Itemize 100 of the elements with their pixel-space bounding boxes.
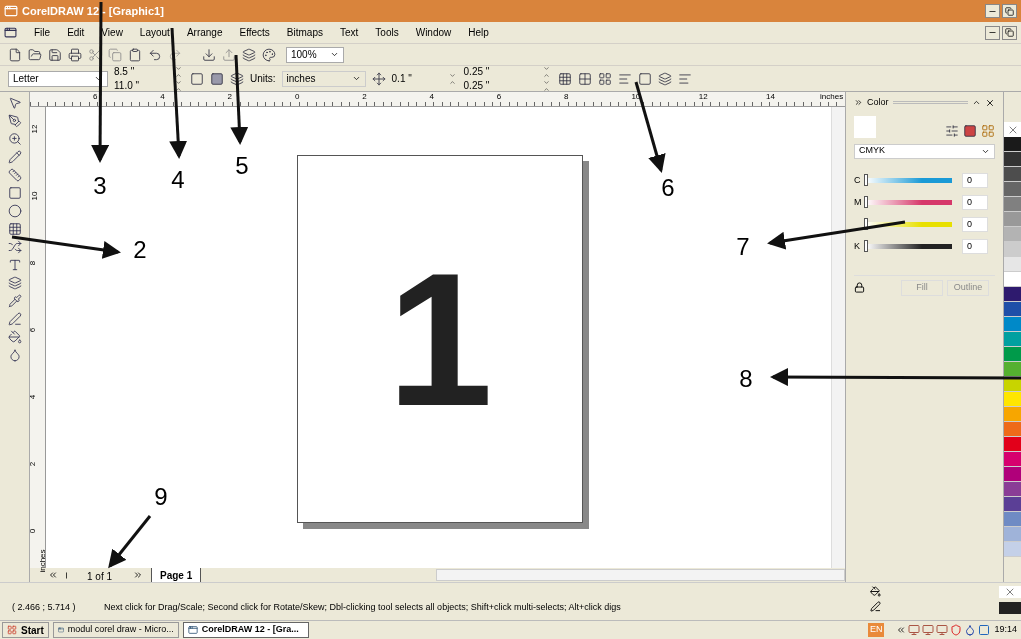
- options-icon[interactable]: [677, 71, 692, 86]
- zoom-dropdown[interactable]: 100%: [286, 46, 344, 63]
- color-swatch[interactable]: [1004, 197, 1021, 212]
- layers-icon[interactable]: [7, 276, 22, 290]
- pen-icon[interactable]: [7, 312, 22, 326]
- network-icon[interactable]: [908, 624, 921, 636]
- tray-icon[interactable]: [978, 624, 991, 636]
- text-icon[interactable]: [7, 258, 22, 272]
- menu-item[interactable]: Window: [415, 25, 452, 40]
- color-swatch[interactable]: [1004, 452, 1021, 467]
- color-swatch[interactable]: [1004, 467, 1021, 482]
- network-icon[interactable]: [922, 624, 935, 636]
- channel-value[interactable]: 0: [962, 239, 988, 254]
- menu-item[interactable]: View: [101, 25, 123, 40]
- channel-value[interactable]: 0: [962, 217, 988, 232]
- menu-item[interactable]: Help: [468, 25, 489, 40]
- color-viewer-icon[interactable]: [963, 123, 977, 138]
- color-swatch[interactable]: [1004, 482, 1021, 497]
- select-icon[interactable]: [637, 71, 652, 86]
- height-field[interactable]: 11.0 ": [114, 78, 184, 93]
- show-hidden-icon[interactable]: [896, 625, 907, 635]
- nudge-icon[interactable]: [371, 71, 386, 86]
- menu-item[interactable]: Arrange: [186, 25, 223, 40]
- palette-icon[interactable]: [981, 123, 995, 138]
- undo-icon[interactable]: [148, 47, 162, 62]
- import-icon[interactable]: [202, 47, 216, 62]
- color-swatch[interactable]: [1004, 182, 1021, 197]
- units-dropdown[interactable]: inches: [281, 70, 366, 87]
- menu-item[interactable]: File: [34, 25, 51, 40]
- menu-item[interactable]: Edit: [67, 25, 85, 40]
- ellipse-icon[interactable]: [7, 204, 22, 218]
- zoom-icon[interactable]: [7, 132, 22, 146]
- menu-item[interactable]: Tools: [375, 25, 399, 40]
- pointer-icon[interactable]: [7, 96, 22, 110]
- fill-icon[interactable]: [7, 330, 22, 344]
- open-icon[interactable]: [28, 47, 42, 62]
- color-model-dropdown[interactable]: CMYK: [854, 143, 995, 159]
- color-swatch[interactable]: [1004, 392, 1021, 407]
- objects-icon[interactable]: [597, 71, 612, 86]
- channel-value[interactable]: 0: [962, 173, 988, 188]
- rectangle-icon[interactable]: [7, 186, 22, 200]
- color-swatch[interactable]: [1004, 257, 1021, 272]
- droplet-icon[interactable]: [7, 348, 22, 362]
- color-swatch[interactable]: [1004, 287, 1021, 302]
- taskbar-button[interactable]: CorelDRAW 12 - [Gra...: [182, 622, 309, 638]
- color-swatch[interactable]: [1004, 497, 1021, 512]
- no-color-swatch[interactable]: [1004, 122, 1021, 137]
- save-icon[interactable]: [48, 47, 62, 62]
- color-swatch[interactable]: [1004, 227, 1021, 242]
- color-swatch[interactable]: [1004, 332, 1021, 347]
- slider-thumb[interactable]: [864, 174, 868, 186]
- ruler-icon[interactable]: [7, 168, 22, 182]
- frame-icon[interactable]: [657, 71, 672, 86]
- paste-icon[interactable]: [128, 47, 142, 62]
- channel-value[interactable]: 0: [962, 195, 988, 210]
- close-icon[interactable]: [985, 97, 995, 108]
- width-field[interactable]: 8.5 ": [114, 64, 184, 79]
- color-swatch[interactable]: [1004, 542, 1021, 557]
- horizontal-scrollbar[interactable]: [436, 569, 845, 581]
- color-swatch[interactable]: [1004, 437, 1021, 452]
- network-icon[interactable]: [936, 624, 949, 636]
- menu-item[interactable]: Bitmaps: [286, 25, 323, 40]
- first-page-icon[interactable]: [48, 570, 58, 580]
- eyedropper-icon[interactable]: [7, 294, 22, 308]
- minimize-button[interactable]: [985, 25, 1000, 40]
- color-swatch[interactable]: [1004, 317, 1021, 332]
- guides-icon[interactable]: [577, 71, 592, 86]
- document-icon[interactable]: [4, 26, 17, 39]
- shield-icon[interactable]: [950, 624, 963, 636]
- color-swatch[interactable]: [1004, 527, 1021, 542]
- shuffle-icon[interactable]: [7, 240, 22, 254]
- slider-thumb[interactable]: [864, 240, 868, 252]
- sliders-icon[interactable]: [945, 123, 959, 138]
- duplicate-x-field[interactable]: 0.25 ": [463, 64, 552, 79]
- color-swatch[interactable]: [1004, 302, 1021, 317]
- menu-item[interactable]: Text: [340, 25, 359, 40]
- restore-button[interactable]: [1002, 25, 1017, 40]
- color-swatch[interactable]: [1004, 407, 1021, 422]
- portrait-icon[interactable]: [190, 71, 204, 86]
- landscape-icon[interactable]: [210, 71, 224, 86]
- start-button[interactable]: Start: [2, 622, 49, 638]
- pencil-icon[interactable]: [7, 150, 22, 164]
- color-swatch[interactable]: [1004, 212, 1021, 227]
- grid-icon[interactable]: [7, 222, 22, 236]
- paper-dropdown[interactable]: Letter: [8, 70, 108, 87]
- minimize-button[interactable]: [985, 4, 1000, 18]
- color-swatch[interactable]: [1004, 347, 1021, 362]
- color-swatch[interactable]: [1004, 152, 1021, 167]
- grid-snap-icon[interactable]: [557, 71, 572, 86]
- launcher-icon[interactable]: [242, 47, 256, 62]
- new-icon[interactable]: [8, 47, 22, 62]
- nudge-field[interactable]: 0.1 ": [391, 70, 458, 87]
- color-swatch[interactable]: [1004, 242, 1021, 257]
- color-swatch[interactable]: [1004, 167, 1021, 182]
- vertical-scrollbar[interactable]: [831, 107, 845, 568]
- pages-icon[interactable]: [230, 71, 244, 86]
- color-swatch[interactable]: [1004, 512, 1021, 527]
- expand-icon[interactable]: [854, 98, 863, 108]
- restore-button[interactable]: [1002, 4, 1017, 18]
- print-icon[interactable]: [68, 47, 82, 62]
